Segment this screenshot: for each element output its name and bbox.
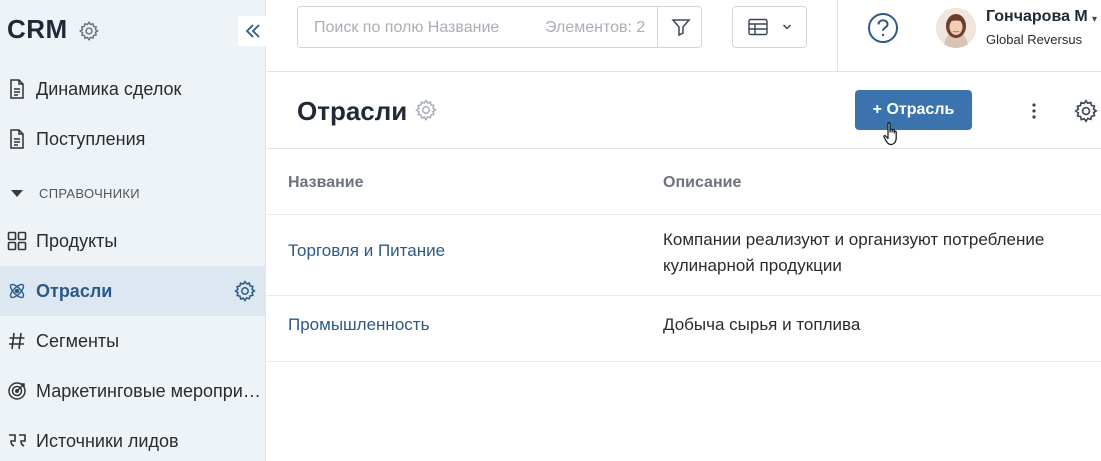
sidebar-section-references[interactable]: СПРАВОЧНИКИ xyxy=(0,180,266,208)
divider xyxy=(837,0,838,72)
gear-icon[interactable] xyxy=(78,20,100,42)
sidebar-item-label: Поступления xyxy=(36,129,146,149)
add-industry-button[interactable]: + Отрасль xyxy=(855,90,972,130)
industry-description: Добыча сырья и топлива xyxy=(663,315,861,334)
sidebar-item-lead-sources[interactable]: Источники лидов xyxy=(0,416,266,461)
sidebar-item-industries[interactable]: Отрасли xyxy=(0,266,266,316)
app-title: CRM xyxy=(7,14,68,44)
hand-cursor-icon xyxy=(883,122,897,146)
sidebar-section-label: СПРАВОЧНИКИ xyxy=(39,186,140,201)
filter-icon xyxy=(670,19,691,37)
sidebar: CRM Динамика сделок Поступления СПРАВОЧН… xyxy=(0,0,268,461)
document-icon xyxy=(6,77,28,101)
sidebar-item-label: Сегменты xyxy=(36,331,120,351)
gear-icon[interactable] xyxy=(1073,98,1099,124)
caret-down-icon xyxy=(11,190,23,197)
sidebar-item-label: Маркетинговые мероприятия xyxy=(36,381,264,401)
search-placeholder[interactable]: Поиск по полю Название xyxy=(314,19,499,37)
table-view-icon xyxy=(747,18,768,36)
sidebar-item-marketing-events[interactable]: Маркетинговые мероприятия xyxy=(0,366,266,416)
user-organization: Global Reversus xyxy=(986,32,1083,47)
sidebar-item-label: Динамика сделок xyxy=(36,79,182,99)
avatar[interactable] xyxy=(936,8,976,48)
chevron-down-icon[interactable]: ▾ xyxy=(1092,14,1097,25)
document-icon xyxy=(6,127,28,151)
gear-icon[interactable] xyxy=(233,279,257,303)
sidebar-item-segments[interactable]: Сегменты xyxy=(0,316,266,366)
filter-button[interactable] xyxy=(657,7,703,47)
divider xyxy=(267,214,1101,215)
user-name[interactable]: Гончарова М xyxy=(986,8,1088,26)
industry-description: Компании реализуют и организуют потребле… xyxy=(663,230,1045,275)
gear-icon[interactable] xyxy=(414,98,438,122)
chevron-down-icon xyxy=(782,24,791,30)
help-icon[interactable] xyxy=(867,12,899,44)
divider xyxy=(267,148,1101,149)
sidebar-item-products[interactable]: Продукты xyxy=(0,216,266,266)
view-mode-dropdown[interactable] xyxy=(732,6,807,48)
sidebar-item-deal-dynamics[interactable]: Динамика сделок xyxy=(0,64,266,114)
divider xyxy=(267,295,1101,296)
quote-icon xyxy=(6,429,28,453)
atom-icon xyxy=(6,279,28,303)
industry-name-link[interactable]: Торговля и Питание xyxy=(288,241,445,261)
collapse-sidebar-button[interactable] xyxy=(238,16,268,46)
sidebar-item-receipts[interactable]: Поступления xyxy=(0,114,266,164)
element-count: Элементов: 2 xyxy=(545,19,646,36)
target-icon xyxy=(6,379,28,403)
column-header-name[interactable]: Название xyxy=(288,174,364,192)
double-chevron-left-icon xyxy=(245,24,260,38)
industry-name-link[interactable]: Промышленность xyxy=(288,315,429,335)
sidebar-item-label: Источники лидов xyxy=(36,431,179,451)
sidebar-item-label: Продукты xyxy=(36,231,118,251)
grid-icon xyxy=(6,229,28,253)
page-title: Отрасли xyxy=(297,96,408,126)
more-options-icon[interactable] xyxy=(1028,100,1040,122)
sidebar-item-label: Отрасли xyxy=(36,281,113,301)
divider xyxy=(267,361,1101,362)
topbar: Поиск по полю Название Элементов: 2 Гонч… xyxy=(267,0,1101,72)
sidebar-header: CRM xyxy=(0,0,268,64)
hash-icon xyxy=(6,329,28,353)
search-field[interactable]: Поиск по полю Название Элементов: 2 xyxy=(297,6,702,48)
column-header-description[interactable]: Описание xyxy=(663,174,741,192)
